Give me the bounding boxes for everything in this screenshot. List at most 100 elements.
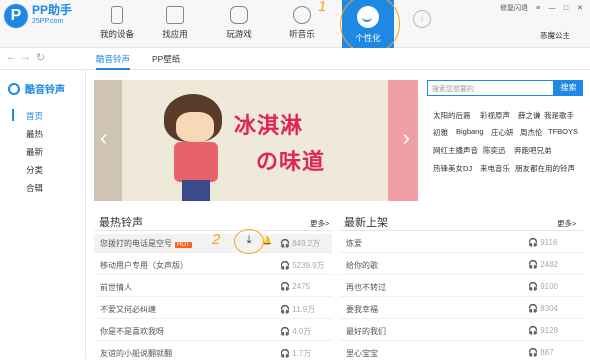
song-name: 再也不转过	[346, 283, 386, 292]
play-count: 🎧 849.2万	[280, 239, 321, 248]
hot-section-title: 最热铃声	[99, 217, 143, 229]
sidebar-item-category[interactable]: 分类	[26, 164, 43, 176]
cartoon-body	[174, 142, 218, 182]
table-row[interactable]: 要我幸福 🎧 8304	[340, 300, 583, 319]
sub-bar: ← → ↻ 酷音铃声 PP壁纸	[0, 48, 590, 70]
pp-logo-icon: P	[4, 4, 28, 28]
song-name: 友谊的小船说翻就翻	[100, 349, 172, 358]
search-button[interactable]: 搜索	[554, 80, 583, 96]
phone-icon	[111, 6, 123, 24]
table-row[interactable]: 友谊的小船说翻就翻 🎧 1.7万	[94, 344, 332, 363]
refresh-icon[interactable]: ↻	[36, 51, 45, 64]
banner-prev-icon[interactable]: ‹	[100, 125, 107, 151]
close-icon[interactable]: ✕	[576, 4, 584, 12]
play-count: 🎧 4.0万	[280, 327, 312, 336]
sidebar-item-newest[interactable]: 最新	[26, 146, 43, 158]
table-row[interactable]: 前世情人 🎧 2475	[94, 278, 332, 297]
search-input[interactable]: 搜索您想要的	[427, 80, 554, 96]
tag[interactable]: 热锋美女DJ	[433, 163, 472, 174]
play-count: 🎧 9116	[528, 238, 558, 247]
top-bar: P PP助手 25PP.com 我的设备 找应用 玩游戏 听音乐 个性化 ↓ 修…	[0, 0, 590, 52]
sidebar-title: 酷音铃声	[25, 85, 65, 96]
nav-find-app[interactable]: 找应用	[150, 0, 200, 48]
nav-label: 听音乐	[289, 29, 315, 39]
app-name: PP助手	[32, 3, 73, 17]
annotation-number-1: 1	[318, 0, 327, 15]
tag[interactable]: 我是歌手	[544, 110, 574, 121]
cartoon-legs	[182, 180, 210, 201]
banner-next-icon[interactable]: ›	[403, 125, 410, 151]
tag[interactable]: 网红主播声音	[433, 145, 478, 156]
tag[interactable]: TFBOYS	[548, 127, 578, 136]
table-row[interactable]: 最好的我们 🎧 9128	[340, 322, 583, 341]
tag[interactable]: 朋友都在用的铃声	[515, 163, 575, 174]
tag[interactable]: 薛之谦	[518, 110, 541, 121]
tag[interactable]: 陈奕迅	[483, 145, 506, 156]
tag[interactable]: 周杰伦	[520, 127, 543, 138]
play-count: 🎧 1.7万	[280, 349, 312, 358]
table-row[interactable]: 不爱又何必纠缠 🎧 11.9万	[94, 300, 332, 319]
divider	[340, 230, 583, 231]
forward-icon[interactable]: →	[20, 51, 31, 63]
annotation-ring-2	[234, 229, 264, 254]
tag[interactable]: Bigbang	[456, 127, 484, 136]
table-row[interactable]: 再也不转过 🎧 9100	[340, 278, 583, 297]
table-row[interactable]: 炼爱 🎧 9116	[340, 234, 583, 253]
hot-badge: HOT	[175, 242, 192, 248]
tab-wallpapers[interactable]: PP壁纸	[152, 53, 180, 65]
app-site: 25PP.com	[32, 18, 64, 25]
song-name: 不爱又何必纠缠	[100, 305, 156, 314]
download-manager-icon[interactable]: ↓	[413, 10, 431, 28]
app-logo[interactable]: P PP助手 25PP.com	[4, 4, 72, 28]
song-name: 要我幸福	[346, 305, 378, 314]
table-row[interactable]: 你是不是喜欢我呀 🎧 4.0万	[94, 322, 332, 341]
table-row[interactable]: 给你的歌 🎧 2482	[340, 256, 583, 275]
tag[interactable]: 太阳的后裔	[433, 110, 471, 121]
minimize-icon[interactable]: —	[548, 5, 556, 12]
song-name: 里心宝宝	[346, 349, 378, 358]
hot-more-link[interactable]: 更多>	[310, 218, 329, 229]
ringtone-icon	[8, 82, 20, 95]
play-count: 🎧 5239.9万	[280, 261, 325, 270]
menu-icon[interactable]: ≡	[534, 5, 542, 12]
nav-label: 玩游戏	[226, 29, 252, 39]
song-name: 最好的我们	[346, 327, 386, 336]
song-name: 给你的歌	[346, 261, 378, 270]
play-count: 🎧 8304	[528, 304, 558, 313]
maximize-icon[interactable]: □	[562, 5, 570, 12]
username[interactable]: 恶魔公主	[540, 30, 570, 41]
table-row[interactable]: 里心宝宝 🎧 887	[340, 344, 583, 363]
banner-title-line1: 冰淇淋	[234, 113, 304, 138]
nav-my-device[interactable]: 我的设备	[92, 0, 142, 48]
repair-crash-link[interactable]: 修复闪退	[500, 3, 528, 13]
play-count: 🎧 2482	[528, 260, 558, 269]
tag[interactable]: 来电音乐	[480, 163, 510, 174]
new-section-title: 最新上架	[344, 217, 388, 229]
play-count: 🎧 9128	[528, 326, 558, 335]
play-count: 🎧 11.9万	[280, 305, 316, 314]
back-icon[interactable]: ←	[6, 51, 17, 63]
active-indicator	[12, 109, 14, 121]
tag[interactable]: 庄心妍	[491, 127, 514, 138]
banner-title-line2: の味道	[256, 149, 326, 174]
sidebar-item-collection[interactable]: 合辑	[26, 182, 43, 194]
sidebar-item-hottest[interactable]: 最热	[26, 128, 43, 140]
play-count: 🎧 887	[528, 348, 554, 357]
tag[interactable]: 初雅	[433, 127, 448, 138]
music-disc-icon	[293, 6, 311, 24]
song-name: 移动用户专用（女声版）	[100, 261, 188, 270]
banner-prev-panel	[94, 80, 122, 201]
tag[interactable]: 彩视原声	[480, 110, 510, 121]
tab-ringtones[interactable]: 酷音铃声	[96, 53, 131, 70]
banner[interactable]: ‹ 冰淇淋 の味道 ›	[94, 80, 418, 201]
tag[interactable]: 奔跑吧兄弟	[514, 145, 552, 156]
table-row[interactable]: 移动用户专用（女声版） 🎧 5239.9万	[94, 256, 332, 275]
song-name: 炼爱	[346, 239, 362, 248]
nav-games[interactable]: 玩游戏	[214, 0, 264, 48]
new-more-link[interactable]: 更多>	[557, 218, 576, 229]
sidebar-item-home[interactable]: 首页	[26, 110, 43, 122]
song-name: 您拨打的电话是空号	[100, 239, 172, 248]
song-name: 你是不是喜欢我呀	[100, 327, 164, 336]
annotation-number-2: 2	[212, 231, 221, 248]
gamepad-icon	[230, 6, 248, 24]
